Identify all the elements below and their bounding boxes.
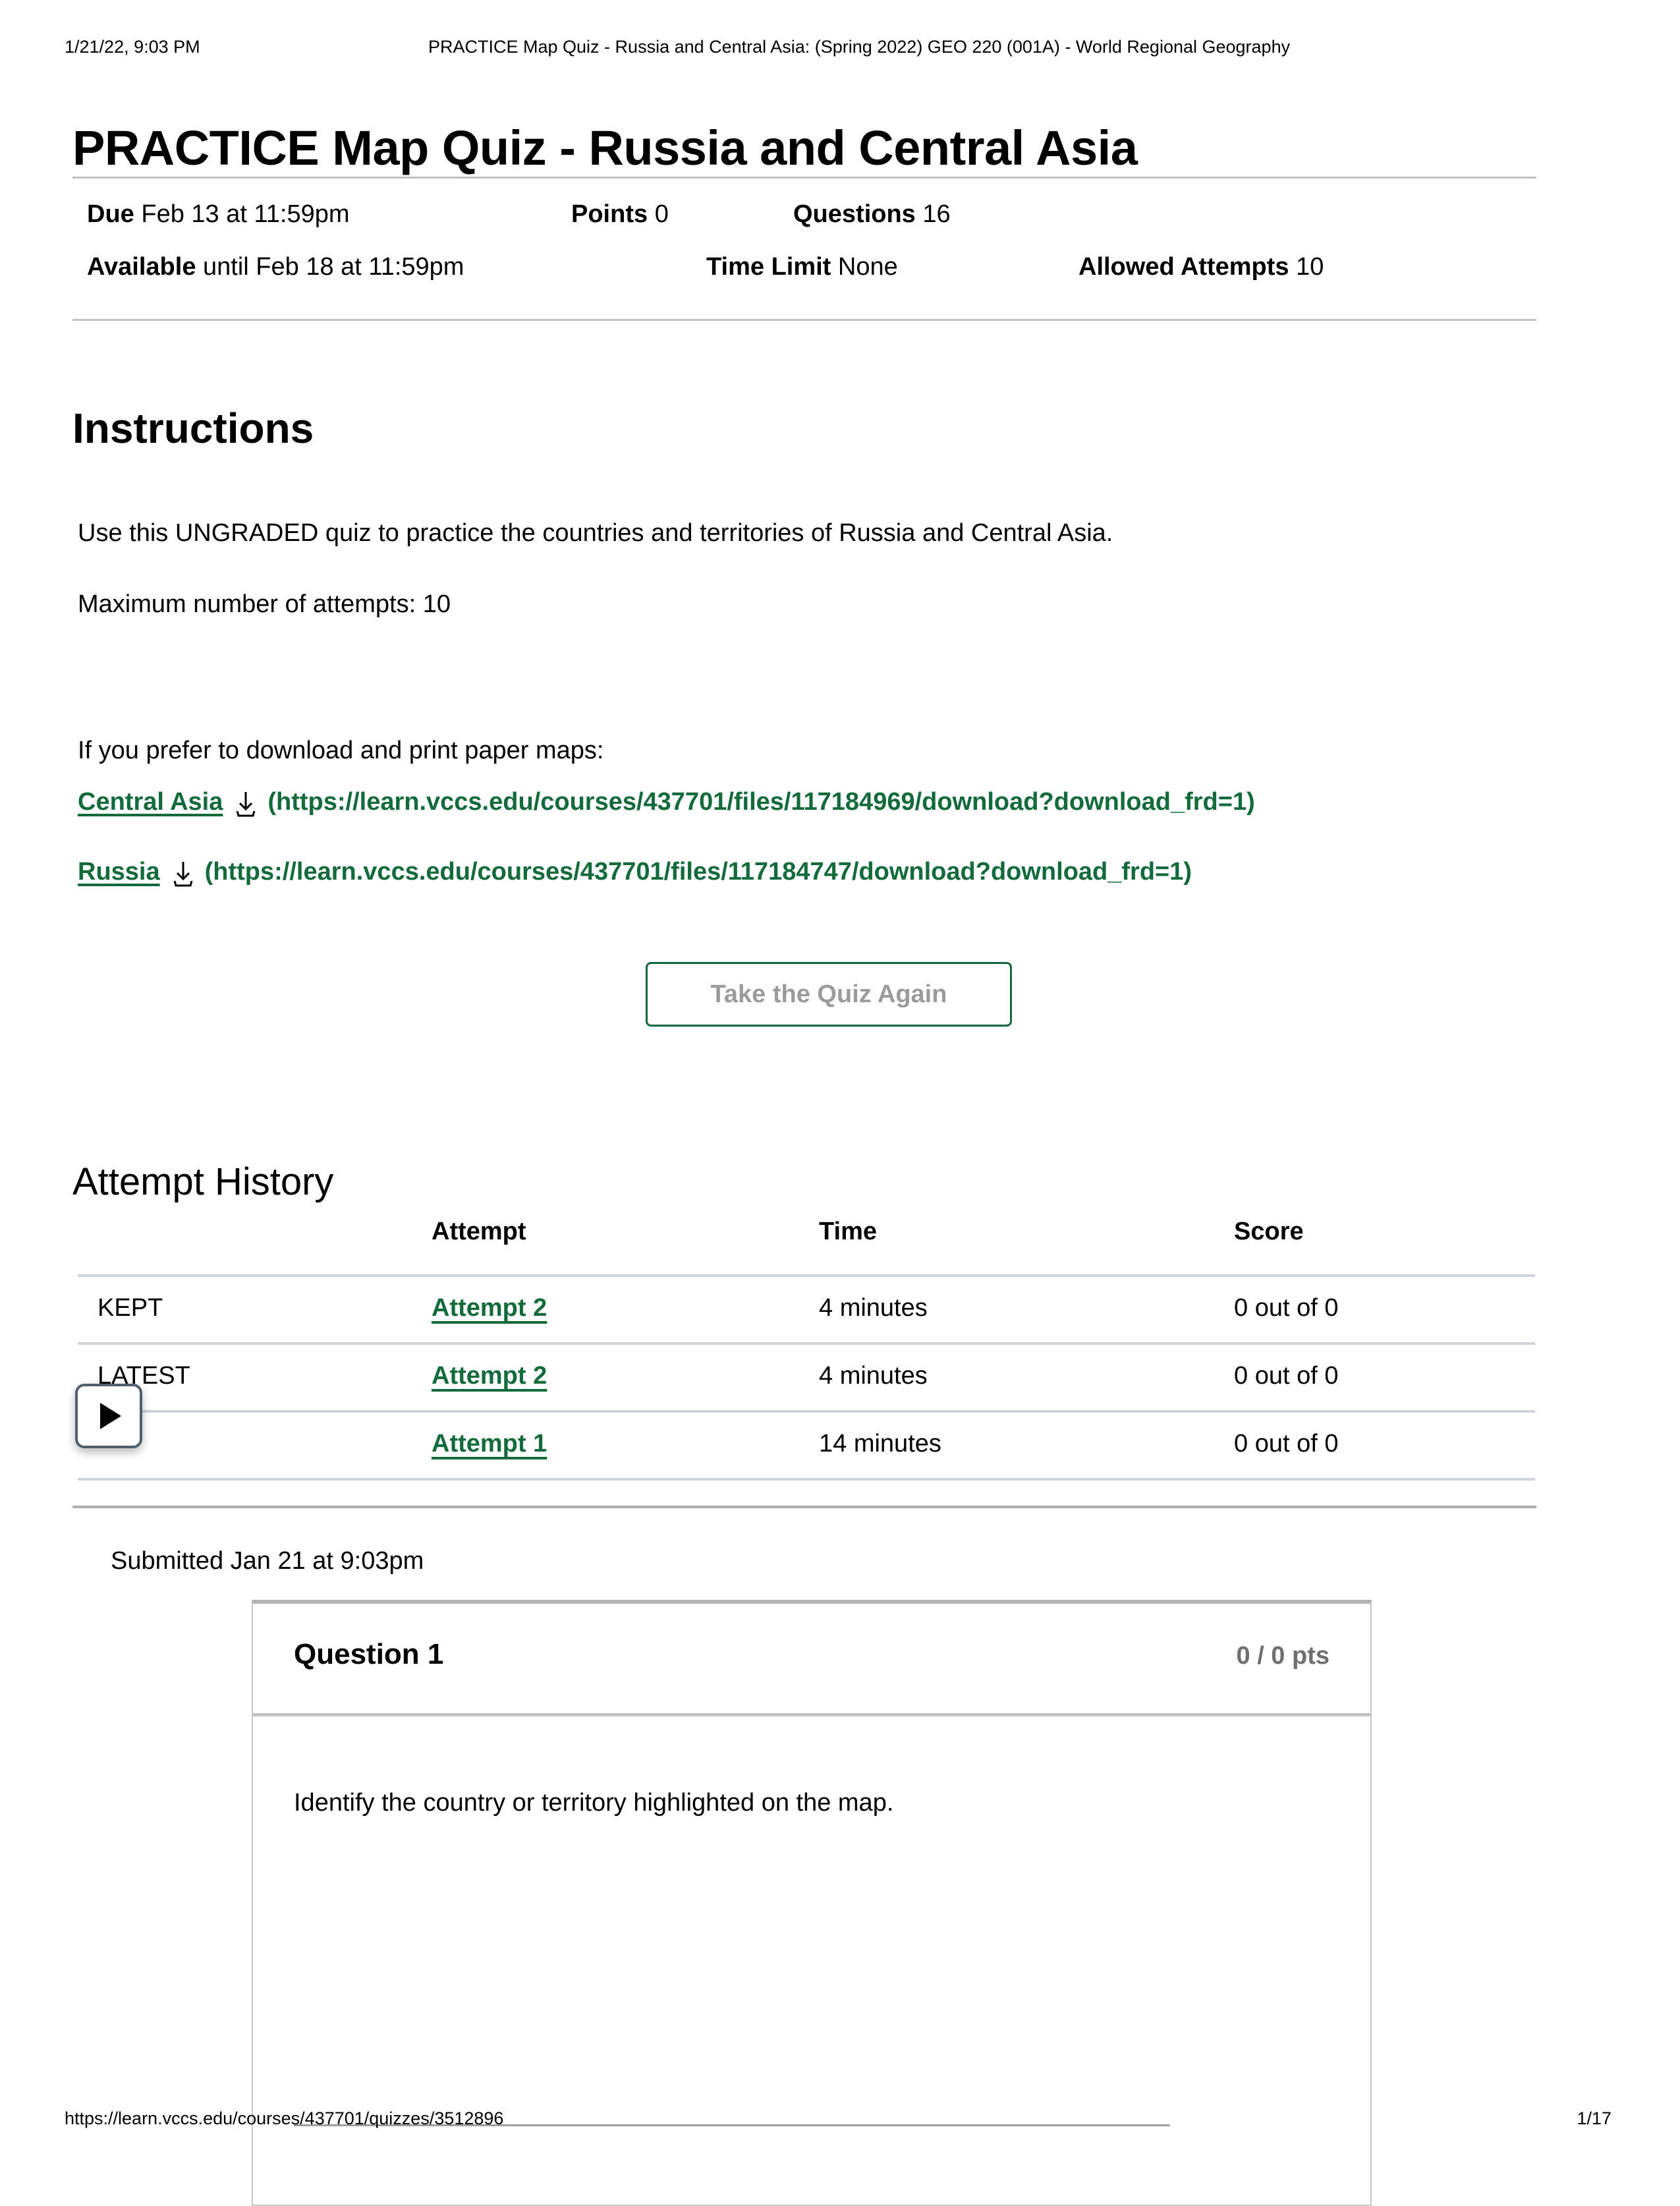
page-title: PRACTICE Map Quiz - Russia and Central A… <box>72 120 1138 175</box>
meta-questions-label: Questions <box>793 200 916 228</box>
meta-time-limit-value: None <box>837 253 898 281</box>
meta-time-limit-label: Time Limit <box>706 253 831 281</box>
play-button-overlay[interactable] <box>75 1384 142 1448</box>
download-link-url: (https://learn.vccs.edu/courses/437701/f… <box>267 788 1255 816</box>
question-header: Question 1 0 / 0 pts <box>253 1604 1370 1716</box>
table-divider <box>78 1478 1535 1481</box>
column-header-score: Score <box>1234 1218 1304 1245</box>
meta-available: Available until Feb 18 at 11:59pm <box>87 254 464 279</box>
attempt-badge: KEPT <box>98 1294 163 1322</box>
table-header-row: Attempt Time Score <box>78 1206 1535 1272</box>
meta-points: Points 0 <box>571 202 669 227</box>
question-text: Identify the country or territory highli… <box>294 1789 894 1817</box>
attempt-link[interactable]: Attempt 2 <box>432 1294 547 1322</box>
meta-questions-value: 16 <box>922 200 951 228</box>
download-link-label[interactable]: Central Asia <box>78 788 223 816</box>
download-icon <box>172 861 194 888</box>
instructions-paragraph-2: Maximum number of attempts: 10 <box>78 590 451 618</box>
attempt-score: 0 out of 0 <box>1234 1294 1339 1322</box>
download-link-label[interactable]: Russia <box>78 858 160 886</box>
divider-top <box>72 177 1536 179</box>
meta-allowed-attempts-value: 10 <box>1296 253 1324 281</box>
meta-due: Due Feb 13 at 11:59pm <box>87 202 350 227</box>
meta-points-label: Points <box>571 200 648 228</box>
instructions-paragraph-1: Use this UNGRADED quiz to practice the c… <box>78 519 1113 547</box>
meta-available-value: until Feb 18 at 11:59pm <box>203 253 464 281</box>
meta-available-label: Available <box>87 253 196 281</box>
attempt-score: 0 out of 0 <box>1234 1362 1339 1390</box>
footer-page-number: 1/17 <box>1577 2108 1611 2128</box>
question-body: Identify the country or territory highli… <box>253 1716 1370 2059</box>
play-icon <box>100 1403 121 1429</box>
table-row: LATEST Attempt 2 4 minutes 0 out of 0 <box>78 1345 1535 1410</box>
footer-url: https://learn.vccs.edu/courses/437701/qu… <box>65 2108 504 2128</box>
divider-after-attempt-history <box>72 1506 1536 1508</box>
table-row: Attempt 1 14 minutes 0 out of 0 <box>78 1413 1535 1478</box>
meta-due-value: Feb 13 at 11:59pm <box>141 200 350 228</box>
printed-quiz-page: 1/21/22, 9:03 PM PRACTICE Map Quiz - Rus… <box>0 0 1680 2206</box>
column-header-time: Time <box>819 1218 878 1245</box>
print-header-date: 1/21/22, 9:03 PM <box>65 37 200 57</box>
attempt-time: 14 minutes <box>819 1430 941 1457</box>
question-points: 0 / 0 pts <box>1236 1642 1330 1670</box>
meta-allowed-attempts-label: Allowed Attempts <box>1078 253 1289 281</box>
download-link-url: (https://learn.vccs.edu/courses/437701/f… <box>204 858 1192 886</box>
meta-allowed-attempts: Allowed Attempts 10 <box>1078 254 1324 279</box>
divider-bottom <box>72 319 1536 321</box>
download-link-central-asia[interactable]: Central Asia (https://learn.vccs.edu/cou… <box>78 788 1255 816</box>
attempt-history-heading: Attempt History <box>72 1160 334 1204</box>
question-title: Question 1 <box>294 1638 444 1670</box>
attempt-link[interactable]: Attempt 2 <box>432 1362 547 1390</box>
table-row: KEPT Attempt 2 4 minutes 0 out of 0 <box>78 1277 1535 1342</box>
attempt-link[interactable]: Attempt 1 <box>432 1430 547 1458</box>
take-quiz-again-button[interactable]: Take the Quiz Again <box>646 962 1012 1027</box>
print-header: 1/21/22, 9:03 PM PRACTICE Map Quiz - Rus… <box>0 37 1680 63</box>
attempt-time: 4 minutes <box>819 1294 928 1322</box>
submitted-timestamp: Submitted Jan 21 at 9:03pm <box>111 1547 424 1575</box>
instructions-paragraph-3: If you prefer to download and print pape… <box>78 737 604 764</box>
download-icon <box>235 791 257 818</box>
meta-time-limit: Time Limit None <box>706 254 898 279</box>
print-header-title: PRACTICE Map Quiz - Russia and Central A… <box>428 37 1291 57</box>
meta-due-label: Due <box>87 200 134 228</box>
column-header-attempt: Attempt <box>432 1218 526 1245</box>
instructions-heading: Instructions <box>72 405 314 453</box>
attempt-time: 4 minutes <box>819 1362 928 1390</box>
download-link-russia[interactable]: Russia (https://learn.vccs.edu/courses/4… <box>78 858 1192 886</box>
attempt-score: 0 out of 0 <box>1234 1430 1339 1457</box>
meta-questions: Questions 16 <box>793 202 951 227</box>
meta-points-value: 0 <box>654 200 669 228</box>
